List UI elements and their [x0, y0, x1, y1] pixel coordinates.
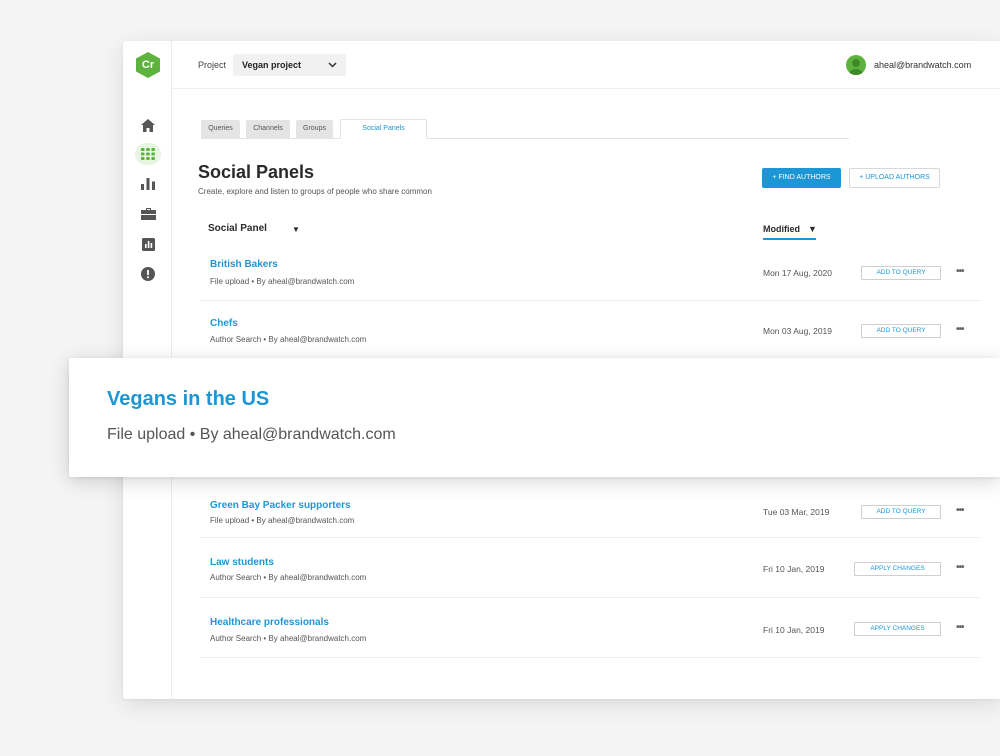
column-header-social-panel[interactable]: Social Panel [208, 223, 267, 234]
row-name[interactable]: British Bakers [210, 259, 278, 270]
find-authors-button[interactable]: + FIND AUTHORS [762, 168, 841, 188]
row-name[interactable]: Chefs [210, 318, 238, 329]
more-options-icon[interactable]: ••• [956, 622, 964, 633]
table-row[interactable]: Healthcare professionals Author Search •… [200, 598, 980, 658]
sort-down-icon[interactable]: ▼ [292, 225, 300, 234]
row-date: Fri 10 Jan, 2019 [763, 625, 825, 635]
project-select-value: Vegan project [242, 60, 302, 70]
sidebar-item-apps[interactable] [135, 143, 161, 165]
sidebar-item-alerts[interactable] [135, 263, 161, 285]
more-options-icon[interactable]: ••• [956, 324, 964, 335]
table-row[interactable]: British Bakers File upload • By aheal@br… [200, 241, 980, 301]
row-name[interactable]: Law students [210, 557, 274, 568]
home-icon [141, 118, 155, 132]
row-meta: File upload • By aheal@brandwatch.com [210, 277, 355, 286]
apps-grid-icon [141, 148, 155, 160]
upload-authors-button[interactable]: + UPLOAD AUTHORS [849, 168, 940, 188]
page-subtitle: Create, explore and listen to groups of … [198, 187, 432, 196]
add-to-query-button[interactable]: ADD TO QUERY [861, 266, 941, 280]
report-icon [141, 237, 155, 251]
active-sort-indicator [763, 238, 816, 240]
logo-text: Cr [141, 59, 155, 71]
upload-authors-label: UPLOAD AUTHORS [865, 174, 930, 181]
project-select[interactable]: Vegan project [233, 54, 346, 76]
alert-icon [141, 267, 155, 281]
page-title: Social Panels [198, 162, 315, 182]
app-logo[interactable]: Cr [136, 52, 160, 78]
bar-chart-icon [141, 178, 155, 190]
more-options-icon[interactable]: ••• [956, 505, 964, 516]
apply-changes-button[interactable]: APPLY CHANGES [854, 562, 941, 576]
table-row[interactable]: Law students Author Search • By aheal@br… [200, 538, 980, 598]
tab-channels[interactable]: Channels [246, 120, 290, 138]
chevron-down-icon [328, 62, 337, 68]
row-name[interactable]: Healthcare professionals [210, 617, 329, 628]
row-meta: Author Search • By aheal@brandwatch.com [210, 335, 367, 344]
row-meta: Author Search • By aheal@brandwatch.com [210, 573, 367, 582]
sidebar-item-briefcase[interactable] [135, 203, 161, 225]
row-date: Tue 03 Mar, 2019 [763, 507, 830, 517]
more-options-icon[interactable]: ••• [956, 562, 964, 573]
sidebar-item-reports[interactable] [135, 233, 161, 255]
table-row[interactable]: Chefs Author Search • By aheal@brandwatc… [200, 301, 980, 361]
add-to-query-button[interactable]: ADD TO QUERY [861, 324, 941, 338]
highlighted-row-name[interactable]: Vegans in the US [107, 388, 269, 411]
avatar[interactable] [846, 55, 866, 75]
highlighted-row-card[interactable]: Vegans in the US File upload • By aheal@… [69, 358, 1000, 477]
row-date: Mon 17 Aug, 2020 [763, 268, 833, 278]
sort-down-icon[interactable]: ▼ [808, 224, 817, 234]
row-date: Mon 03 Aug, 2019 [763, 326, 833, 336]
user-avatar-icon [849, 59, 863, 75]
tab-bar: Queries Channels Groups Social Panels [201, 119, 849, 139]
find-authors-label: FIND AUTHORS [778, 174, 831, 181]
tab-social-panels[interactable]: Social Panels [340, 119, 427, 139]
sidebar-item-analytics[interactable] [135, 173, 161, 195]
add-to-query-button[interactable]: ADD TO QUERY [861, 505, 941, 519]
apply-changes-button[interactable]: APPLY CHANGES [854, 622, 941, 636]
tab-groups[interactable]: Groups [296, 120, 333, 138]
highlighted-row-meta: File upload • By aheal@brandwatch.com [107, 426, 396, 443]
briefcase-icon [140, 208, 156, 220]
table-row[interactable]: Green Bay Packer supporters File upload … [200, 477, 980, 538]
column-header-modified[interactable]: Modified [763, 224, 800, 234]
more-options-icon[interactable]: ••• [956, 266, 964, 277]
user-email[interactable]: aheal@brandwatch.com [874, 60, 971, 70]
row-meta: File upload • By aheal@brandwatch.com [210, 516, 355, 525]
row-meta: Author Search • By aheal@brandwatch.com [210, 634, 367, 643]
row-name[interactable]: Green Bay Packer supporters [210, 500, 351, 511]
row-date: Fri 10 Jan, 2019 [763, 564, 825, 574]
top-bar: Project Vegan project aheal@brandwatch.c… [172, 41, 1000, 89]
sidebar-item-home[interactable] [135, 114, 161, 136]
project-label: Project [198, 60, 227, 70]
tab-queries[interactable]: Queries [201, 120, 240, 138]
